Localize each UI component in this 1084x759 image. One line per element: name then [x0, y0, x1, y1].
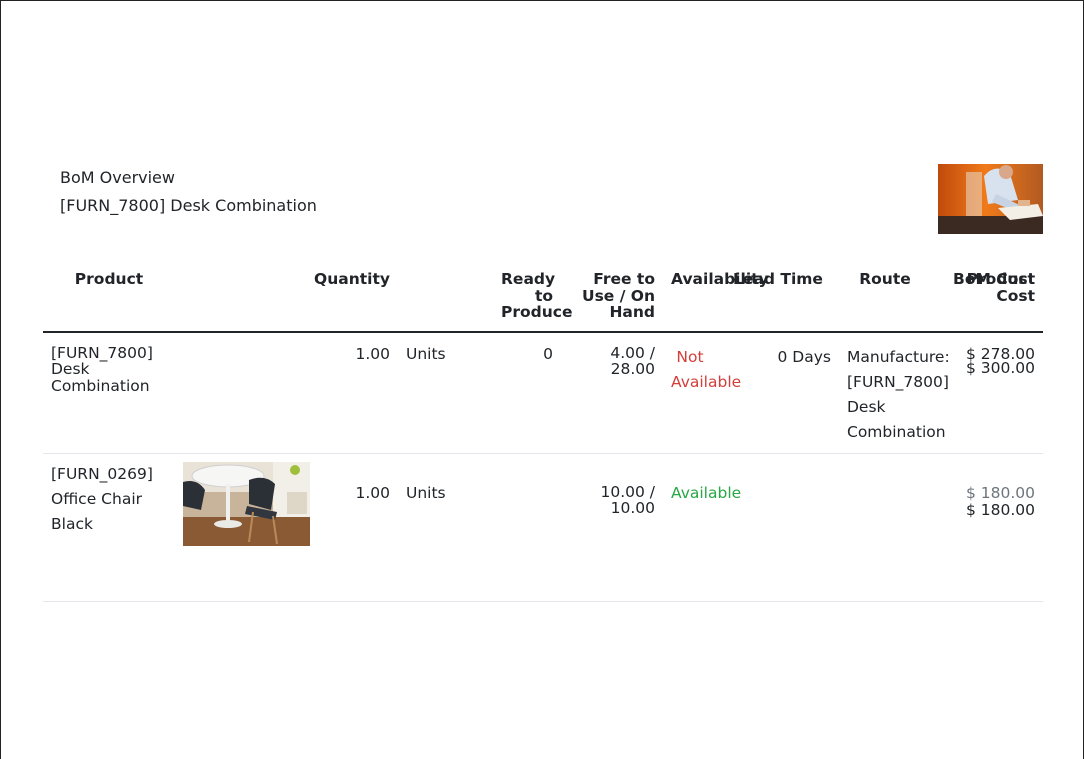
free-on-hand-cell: 10.00 / 10.00: [561, 453, 663, 602]
bom-cost-cell: $ 180.00: [931, 453, 1043, 602]
table-row: [FURN_0269] Office Chair Black 1.00 Unit…: [43, 453, 1043, 602]
quantity-cell: 1.00: [305, 331, 398, 454]
uom-cell: Units: [398, 453, 493, 602]
col-header-quantity: Quantity: [305, 268, 398, 333]
ready-to-produce-cell: 0: [493, 331, 561, 454]
col-header-product-cost: Product Cost: [966, 270, 1035, 305]
report-title: BoM Overview: [60, 168, 175, 187]
bom-table: Product Quantity Ready to Produce Free t…: [43, 268, 1043, 602]
availability-cell: Available: [663, 453, 741, 602]
route-cell[interactable]: Manufacture: [FURN_7800] Desk Combinatio…: [839, 331, 950, 454]
col-header-free-on-hand: Free to Use / On Hand: [561, 268, 663, 333]
col-header-availability: Availability: [663, 268, 769, 333]
col-header-route: Route: [839, 268, 931, 333]
col-header-product: Product: [43, 268, 175, 333]
table-header-row: Product Quantity Ready to Produce Free t…: [43, 268, 1043, 333]
product-cost-column: Product Cost $ 300.00 $ 180.00: [962, 268, 1043, 519]
product-photo: [938, 164, 1043, 234]
col-header-ready-to-produce: Ready to Produce: [493, 268, 572, 333]
product-cost-cell: $ 300.00: [965, 359, 1035, 377]
component-photo: [183, 461, 310, 546]
report-subtitle: [FURN_7800] Desk Combination: [60, 196, 317, 215]
component-photo-cell: [175, 453, 310, 602]
component-name[interactable]: [FURN_0269] Office Chair Black: [51, 465, 153, 533]
lead-time-cell: 0 Days: [717, 331, 839, 454]
uom-cell: Units: [398, 331, 493, 454]
quantity-cell: 1.00: [305, 453, 398, 602]
table-row: [FURN_7800] Desk Combination 1.00 Units …: [43, 331, 1043, 454]
col-header-lead-time: Lead Time: [717, 268, 839, 333]
free-on-hand-cell: 4.00 / 28.00: [561, 331, 663, 454]
availability-cell: Not Available: [663, 331, 741, 454]
product-cell[interactable]: [FURN_7800] Desk Combination: [43, 331, 175, 454]
product-cost-cell: $ 180.00: [965, 501, 1035, 519]
product-cell[interactable]: [FURN_0269] Office Chair Black: [43, 453, 175, 602]
report-header: BoM Overview [FURN_7800] Desk Combinatio…: [60, 164, 317, 220]
